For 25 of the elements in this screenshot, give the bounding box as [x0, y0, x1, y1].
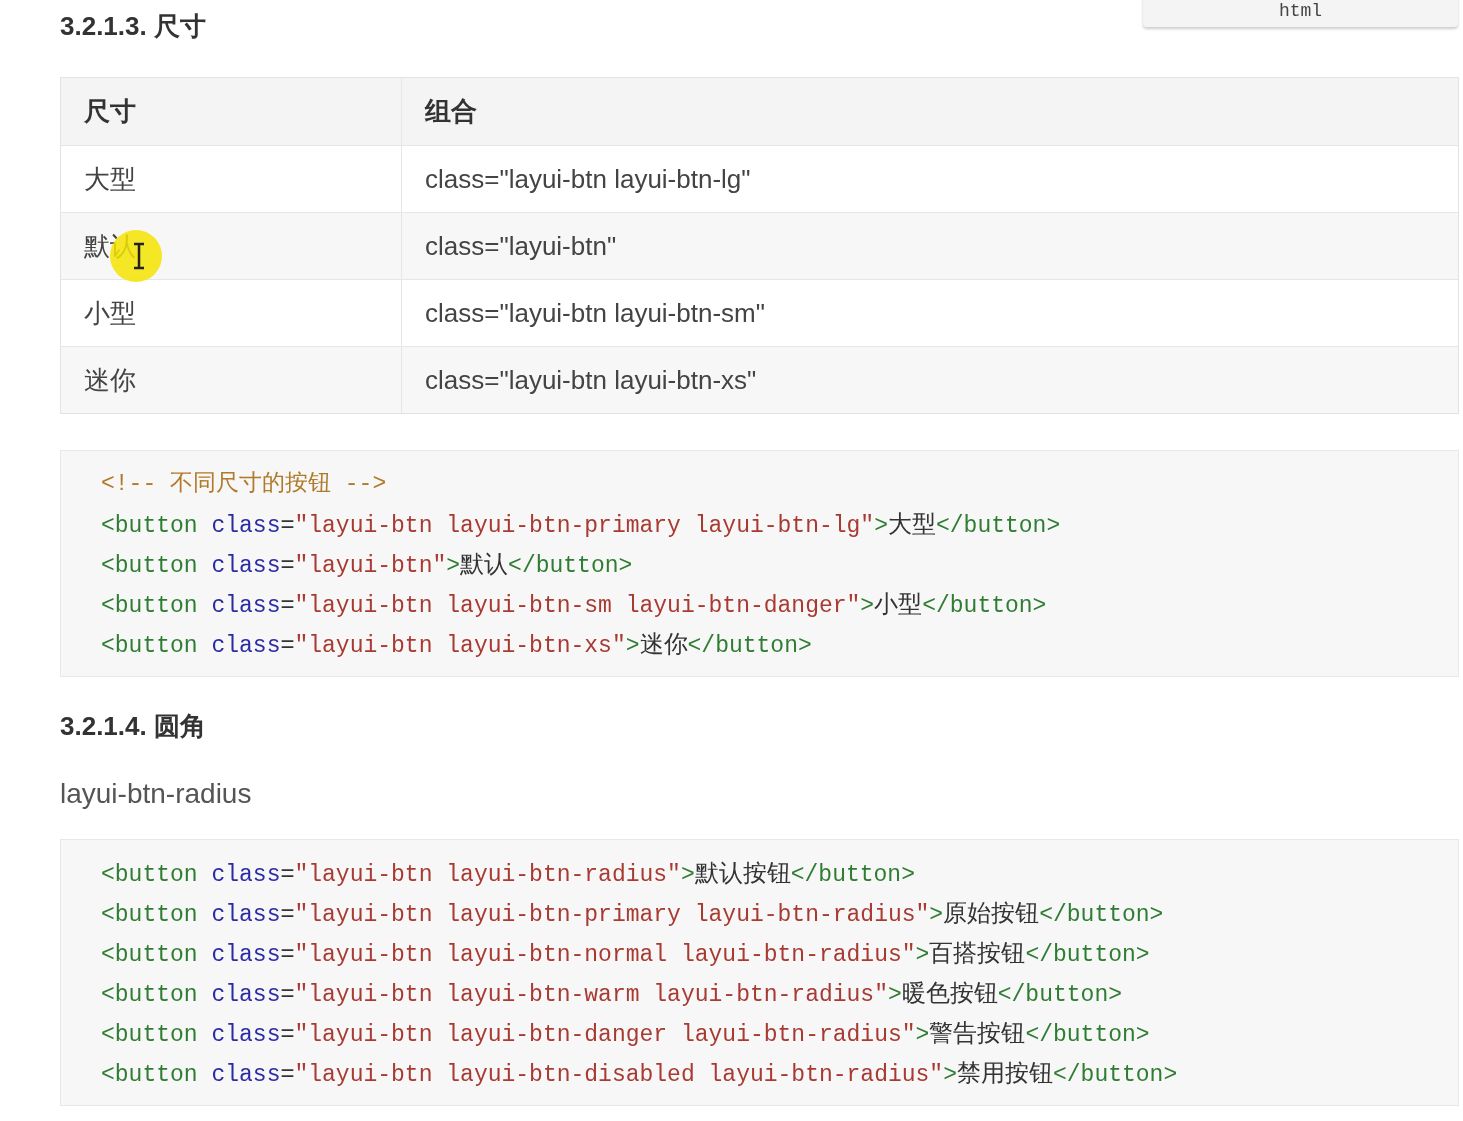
- code-line: <!-- 不同尺寸的按钮 -->: [101, 470, 388, 499]
- table-cell-text: 迷你: [84, 363, 136, 397]
- code-line: <button class="layui-btn">默认</button>: [101, 549, 634, 581]
- code-line: <button class="layui-btn layui-btn-radius">默认按钮</button>: [101, 858, 916, 890]
- code-line: <button class="layui-btn layui-btn-disabled layui-btn-radius">禁用按钮</button>: [101, 1058, 1179, 1090]
- code-line: <button class="layui-btn layui-btn-primary layui-btn-radius">原始按钮</button>: [101, 898, 1165, 930]
- paragraph-text: layui-btn-radius: [60, 777, 252, 811]
- table-cell-text: class="layui-btn layui-btn-xs": [425, 363, 757, 397]
- table-cell-text: 默认: [84, 229, 136, 263]
- section-heading: 3.2.1.4. 圆角: [60, 710, 206, 743]
- table-cell-text: class="layui-btn layui-btn-lg": [425, 162, 751, 196]
- code-language-tab[interactable]: html: [1143, 0, 1458, 27]
- section-heading: 3.2.1.3. 尺寸: [60, 10, 206, 43]
- code-line: <button class="layui-btn layui-btn-primary layui-btn-lg">大型</button>: [101, 509, 1062, 541]
- code-line: <button class="layui-btn layui-btn-danger layui-btn-radius">警告按钮</button>: [101, 1018, 1151, 1050]
- code-line: <button class="layui-btn layui-btn-normal layui-btn-radius">百搭按钮</button>: [101, 938, 1151, 970]
- table-cell-text: 大型: [84, 162, 136, 196]
- code-line: <button class="layui-btn layui-btn-xs">迷你</button>: [101, 629, 813, 661]
- table-cell-text: class="layui-btn": [425, 229, 617, 263]
- table-cell-text: class="layui-btn layui-btn-sm": [425, 296, 765, 330]
- code-line: <button class="layui-btn layui-btn-warm layui-btn-radius">暖色按钮</button>: [101, 978, 1123, 1010]
- code-line: <button class="layui-btn layui-btn-sm layui-btn-danger">小型</button>: [101, 589, 1048, 621]
- column-header: 尺寸: [84, 95, 136, 128]
- table-cell-text: 小型: [84, 296, 136, 330]
- column-header: 组合: [425, 95, 477, 128]
